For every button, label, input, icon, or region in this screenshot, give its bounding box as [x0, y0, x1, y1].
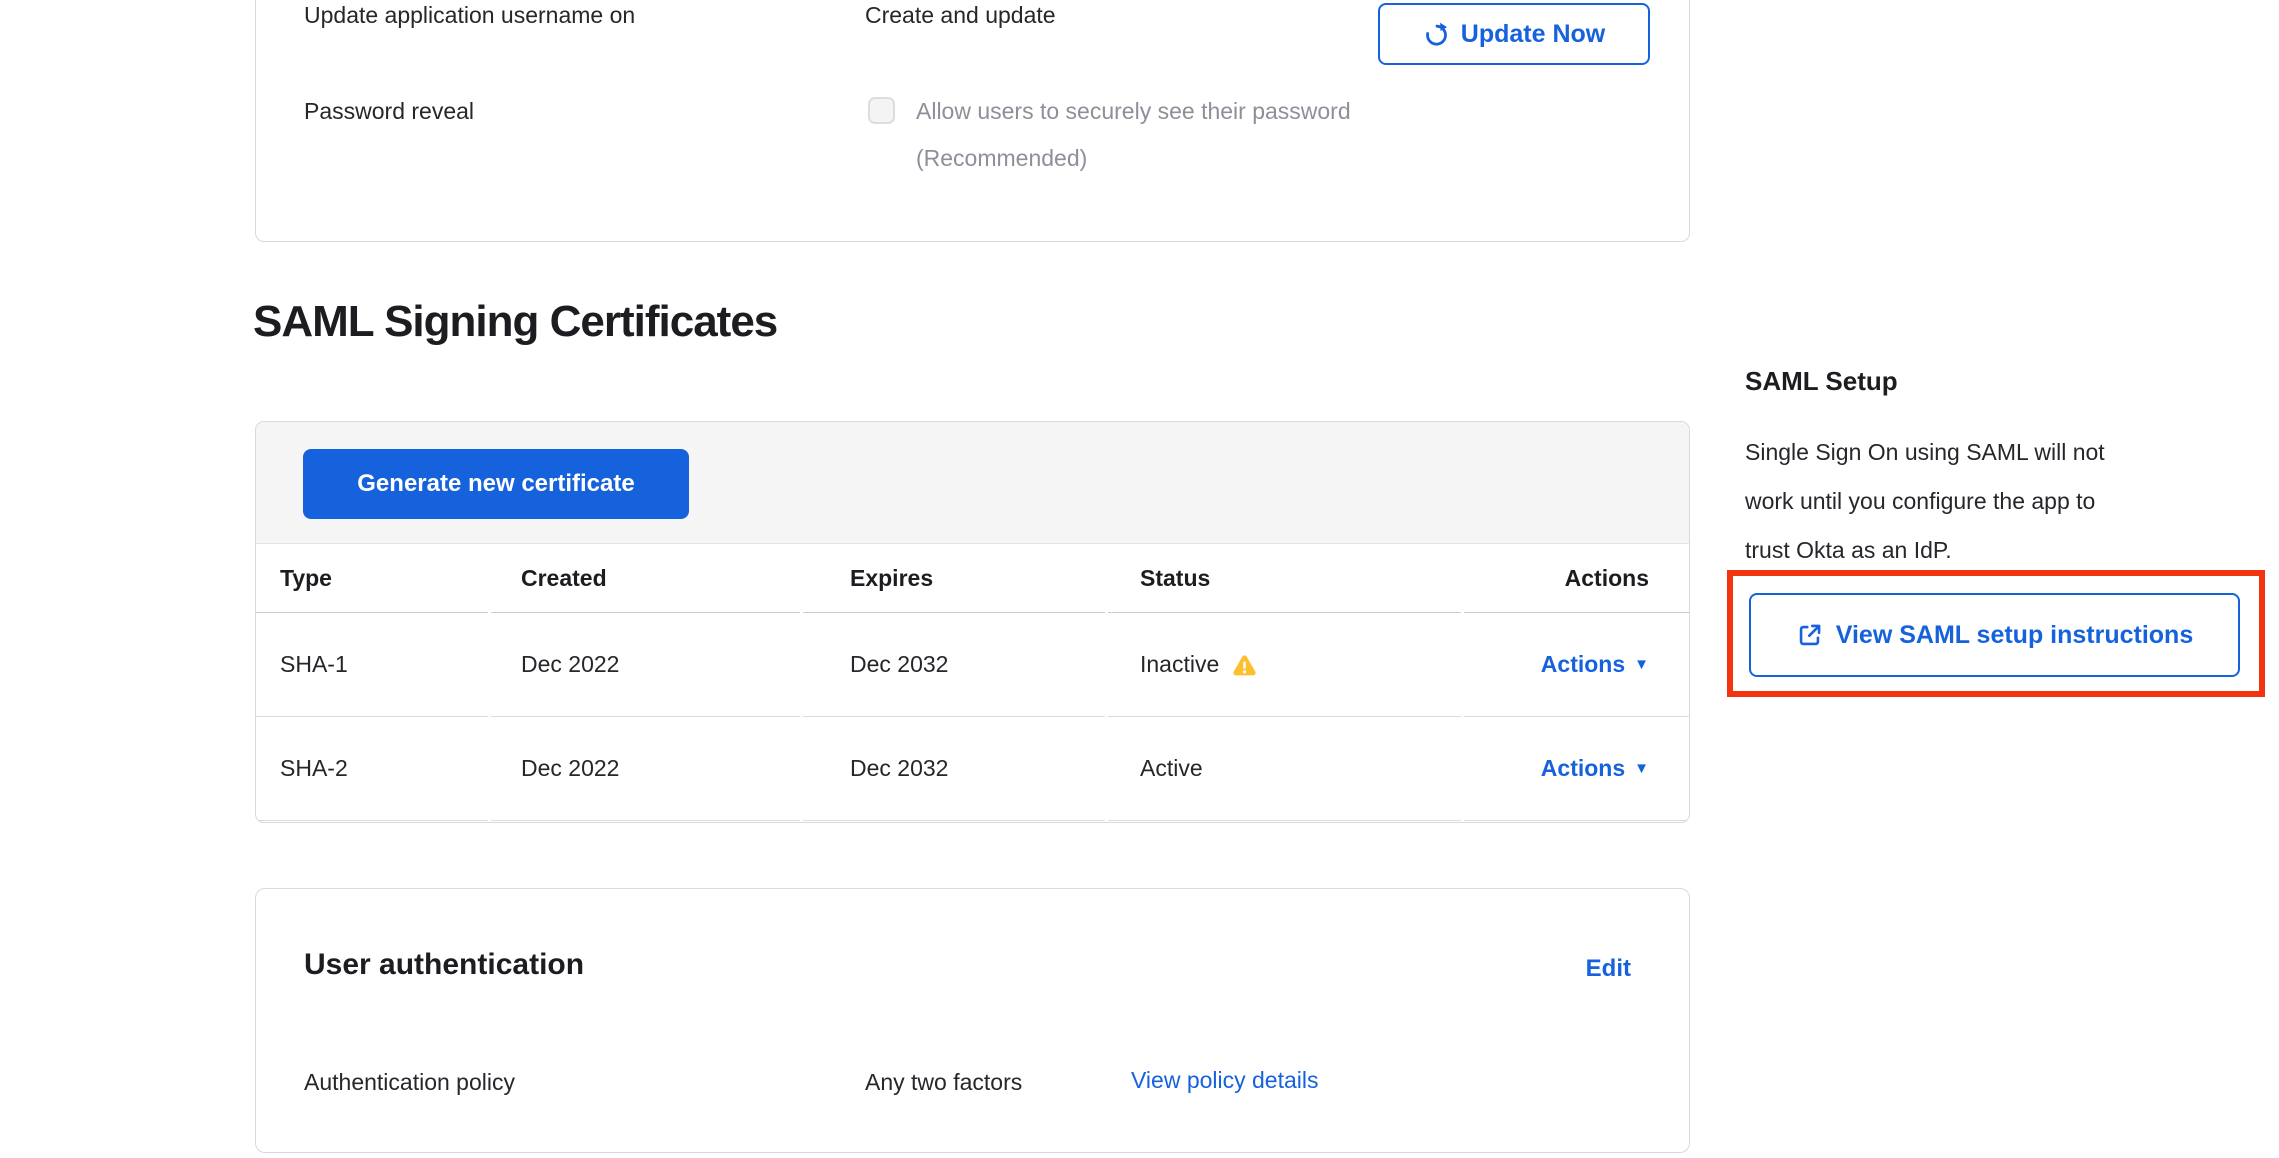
status-badge: Inactive — [1140, 651, 1219, 678]
saml-setup-description: Single Sign On using SAML will not — [1745, 428, 2265, 477]
view-saml-setup-instructions-button[interactable]: View SAML setup instructions — [1749, 593, 2240, 677]
warning-icon — [1231, 653, 1258, 680]
saml-setup-heading: SAML Setup — [1745, 364, 1898, 398]
view-saml-label: View SAML setup instructions — [1836, 621, 2193, 650]
saml-setup-description: trust Okta as an IdP. — [1745, 526, 2265, 575]
saml-setup-description: work until you configure the app to — [1745, 477, 2265, 526]
saml-signing-certificates-heading: SAML Signing Certificates — [253, 294, 777, 350]
sign-on-settings-card: Update application username on Create an… — [255, 0, 1690, 242]
view-policy-details-link[interactable]: View policy details — [1131, 1067, 1319, 1094]
actions-dropdown-label: Actions — [1541, 651, 1625, 678]
update-now-label: Update Now — [1461, 20, 1605, 49]
actions-dropdown[interactable]: Actions ▼ — [1541, 651, 1649, 678]
column-header-created: Created — [491, 544, 800, 613]
refresh-icon — [1423, 21, 1450, 48]
status-badge: Active — [1140, 755, 1203, 782]
table-row: SHA-2 Dec 2022 Dec 2032 Active Actions ▼ — [256, 717, 1689, 821]
cert-status-cell: Active — [1108, 717, 1461, 821]
username-update-label: Update application username on — [304, 0, 635, 30]
certificates-toolbar: Generate new certificate — [256, 422, 1689, 544]
cert-status-cell: Inactive — [1108, 613, 1461, 717]
cert-expires: Dec 2032 — [803, 613, 1105, 717]
password-reveal-checkbox[interactable] — [868, 97, 895, 124]
saml-certificates-card: Generate new certificate Type Created Ex… — [255, 421, 1690, 823]
edit-link[interactable]: Edit — [1586, 955, 1631, 983]
column-header-type: Type — [256, 544, 488, 613]
password-reveal-label: Password reveal — [304, 96, 474, 126]
actions-dropdown[interactable]: Actions ▼ — [1541, 755, 1649, 782]
external-link-icon — [1796, 622, 1823, 649]
chevron-down-icon: ▼ — [1634, 760, 1649, 777]
cert-type: SHA-1 — [256, 613, 488, 717]
password-reveal-checkbox-note: (Recommended) — [916, 143, 1087, 173]
password-reveal-checkbox-label: Allow users to securely see their passwo… — [916, 96, 1351, 126]
generate-new-certificate-button[interactable]: Generate new certificate — [303, 449, 689, 519]
authentication-policy-label: Authentication policy — [304, 1067, 515, 1097]
authentication-policy-value: Any two factors — [865, 1067, 1022, 1097]
column-header-expires: Expires — [803, 544, 1105, 613]
actions-dropdown-label: Actions — [1541, 755, 1625, 782]
cert-created: Dec 2022 — [491, 717, 800, 821]
column-header-status: Status — [1108, 544, 1461, 613]
cert-expires: Dec 2032 — [803, 717, 1105, 821]
cert-created: Dec 2022 — [491, 613, 800, 717]
table-header-row: Type Created Expires Status Actions — [256, 544, 1689, 613]
column-header-actions: Actions — [1464, 544, 1689, 613]
user-authentication-heading: User authentication — [304, 945, 584, 985]
update-now-button[interactable]: Update Now — [1378, 3, 1650, 65]
app-settings-page: Update application username on Create an… — [0, 0, 2279, 1158]
cert-type: SHA-2 — [256, 717, 488, 821]
table-row: SHA-1 Dec 2022 Dec 2032 Inactive — [256, 613, 1689, 717]
chevron-down-icon: ▼ — [1634, 656, 1649, 673]
username-update-value: Create and update — [865, 0, 1056, 30]
user-authentication-card: User authentication Edit Authentication … — [255, 888, 1690, 1153]
certificates-table: Type Created Expires Status Actions SHA-… — [256, 544, 1689, 821]
